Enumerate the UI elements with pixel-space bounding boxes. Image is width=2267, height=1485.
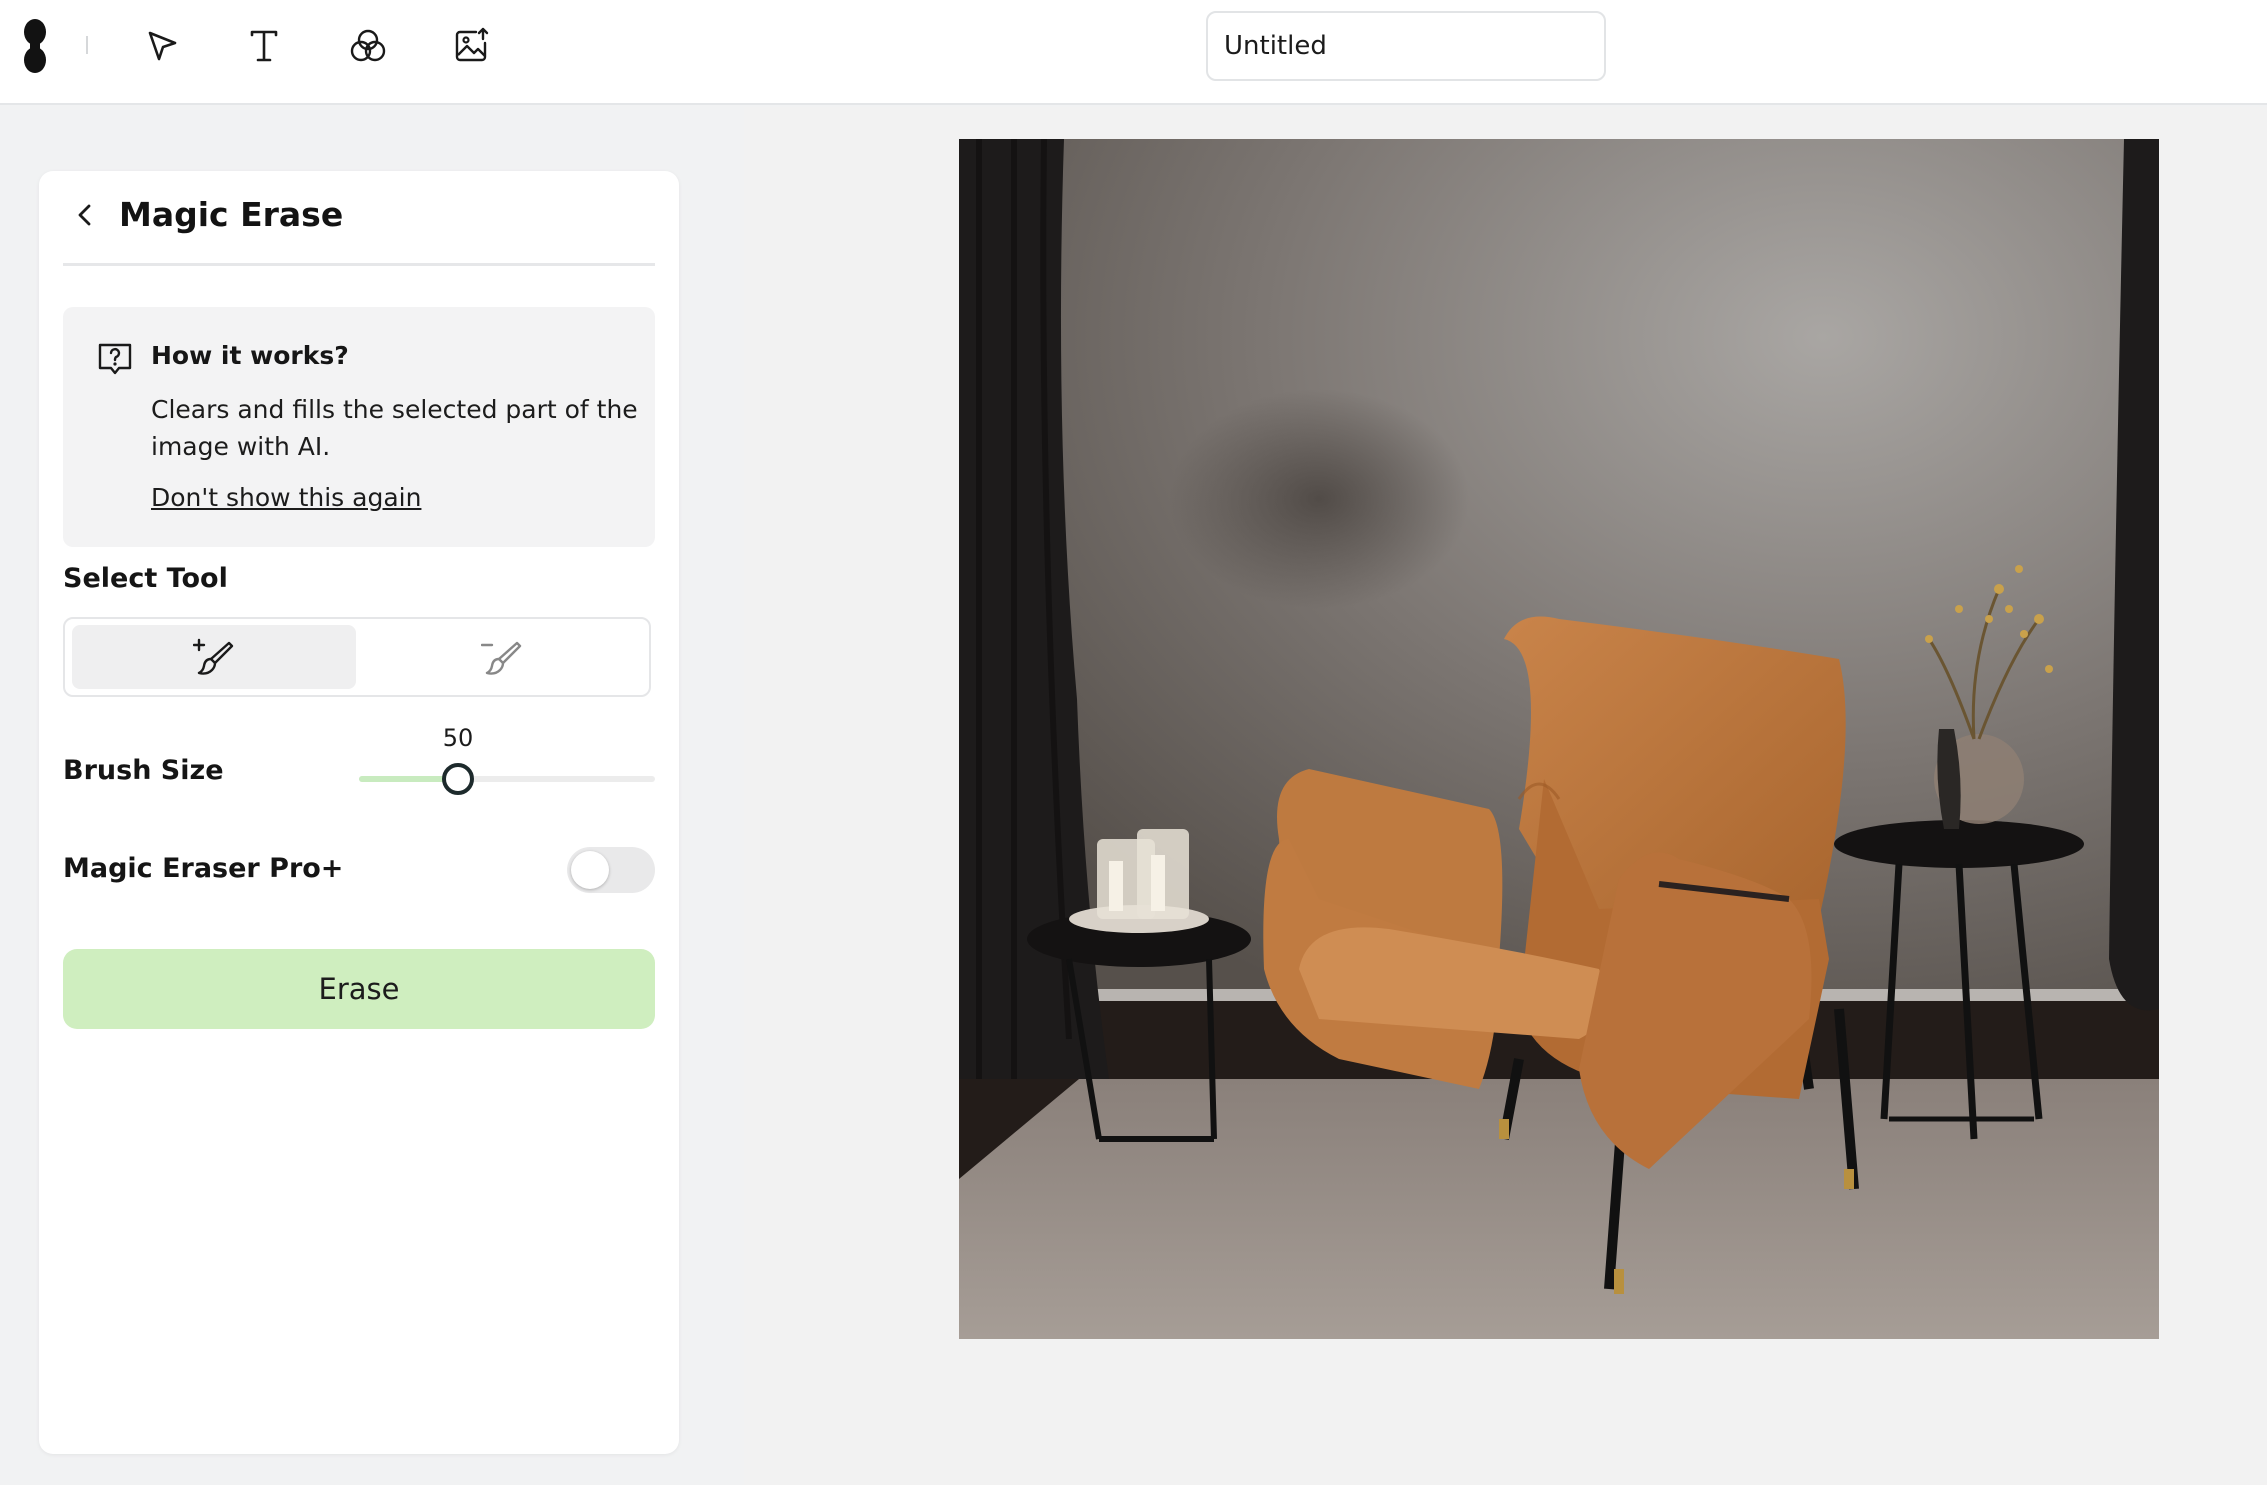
brush-size-value: 50 (442, 724, 474, 752)
select-tool-toggle (63, 617, 651, 697)
magic-eraser-pro-toggle[interactable] (567, 847, 655, 893)
circles-icon (350, 29, 386, 62)
pointer-icon (148, 31, 177, 61)
info-title: How it works? (151, 341, 349, 370)
toggle-knob (571, 851, 609, 889)
how-it-works-box: How it works? Clears and fills the selec… (63, 307, 655, 547)
remove-brush-option[interactable] (360, 625, 644, 689)
image-upload-icon (455, 27, 489, 62)
erase-button[interactable]: Erase (63, 949, 655, 1029)
brush-minus-icon (481, 641, 522, 675)
select-tool-label: Select Tool (63, 563, 228, 594)
document-title-input[interactable] (1206, 11, 1606, 81)
help-bubble-icon (98, 343, 132, 375)
upload-image-tool-button[interactable] (444, 18, 500, 74)
info-description: Clears and fills the selected part of th… (151, 395, 638, 461)
magic-eraser-pro-label: Magic Eraser Pro+ (63, 853, 344, 884)
app-logo-icon[interactable] (20, 18, 50, 74)
panel-header: Magic Erase (63, 171, 655, 266)
top-toolbar (0, 0, 2267, 105)
toolbar-divider (86, 36, 88, 54)
add-brush-option[interactable] (72, 625, 356, 689)
brush-size-slider[interactable] (359, 761, 655, 797)
canvas-image[interactable] (959, 139, 2159, 1339)
brush-size-label: Brush Size (63, 755, 224, 786)
effects-tool-button[interactable] (340, 18, 396, 74)
chevron-left-icon (78, 204, 91, 226)
select-tool-button[interactable] (134, 18, 190, 74)
text-icon (250, 30, 278, 62)
slider-thumb[interactable] (442, 763, 474, 795)
armchair-room-photo (959, 139, 2159, 1339)
magic-erase-panel: Magic Erase How it works? Clears and fil… (39, 171, 679, 1454)
brush-plus-icon (193, 638, 234, 675)
panel-title: Magic Erase (119, 195, 344, 234)
text-tool-button[interactable] (236, 18, 292, 74)
dont-show-again-link[interactable]: Don't show this again (151, 483, 421, 512)
back-button[interactable] (63, 193, 107, 237)
